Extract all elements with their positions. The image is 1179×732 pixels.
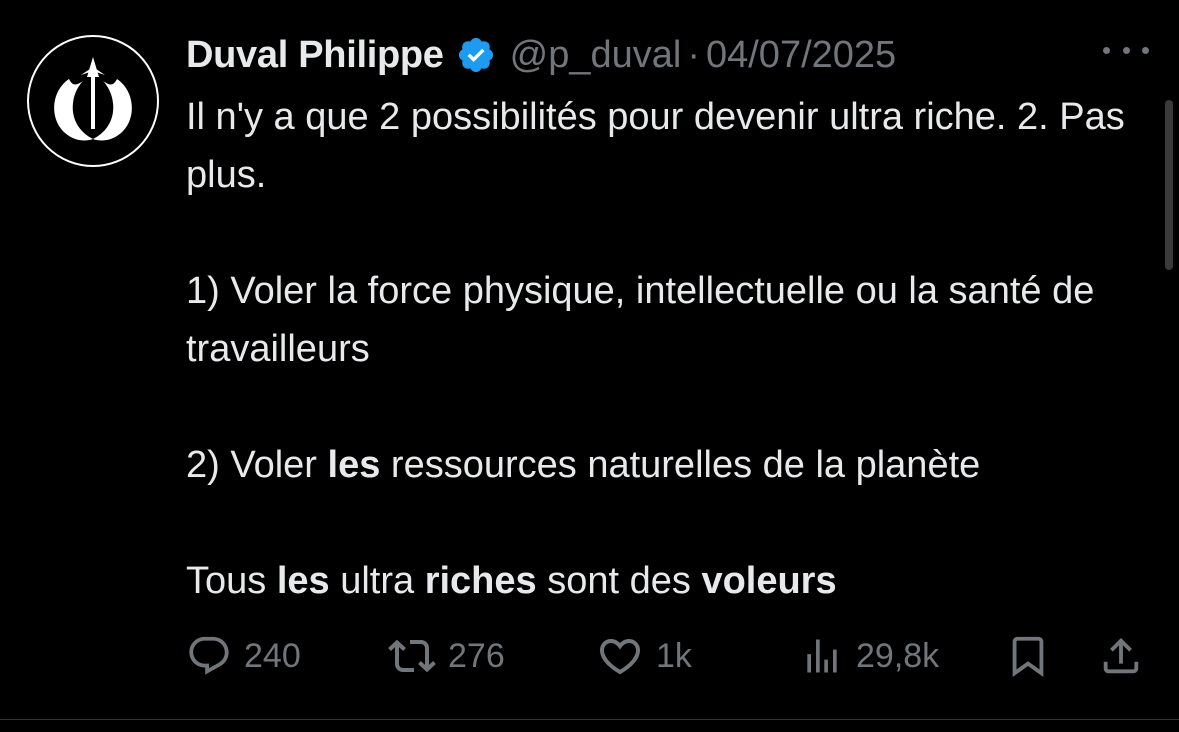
tweet-text: Il n'y a que 2 possibilités pour devenir… bbox=[186, 88, 1136, 610]
reply-button[interactable]: 240 bbox=[186, 630, 301, 682]
retweet-icon bbox=[388, 639, 436, 673]
views-icon bbox=[807, 639, 837, 673]
bookmark-icon bbox=[1012, 636, 1044, 677]
retweet-button[interactable]: 276 bbox=[388, 630, 505, 682]
retweet-count: 276 bbox=[448, 636, 505, 675]
views-count: 29,8k bbox=[856, 636, 940, 675]
tweet-actions: 240 276 1k 29,8k bbox=[0, 630, 1179, 682]
share-icon bbox=[1103, 637, 1139, 674]
tweet-line-conclusion: Tous les ultra riches sont des voleurs bbox=[186, 560, 837, 602]
like-count: 1k bbox=[656, 636, 692, 675]
user-handle[interactable]: @p_duval bbox=[510, 34, 682, 77]
bookmark-button[interactable] bbox=[1005, 630, 1051, 682]
scrollbar[interactable] bbox=[1165, 100, 1173, 270]
reply-icon bbox=[189, 636, 229, 675]
separator-dot: · bbox=[687, 33, 700, 76]
display-name[interactable]: Duval Philippe bbox=[186, 34, 444, 77]
verified-badge-icon bbox=[456, 35, 496, 75]
tweet-date[interactable]: 04/07/2025 bbox=[706, 34, 896, 77]
tweet-header: Duval Philippe @p_duval · 04/07/2025 bbox=[186, 30, 896, 80]
tweet-line-intro: Il n'y a que 2 possibilités pour devenir… bbox=[186, 96, 1125, 196]
like-button[interactable]: 1k bbox=[596, 630, 692, 682]
avatar[interactable] bbox=[27, 35, 159, 167]
share-button[interactable] bbox=[1098, 630, 1144, 682]
more-options-icon[interactable] bbox=[1103, 38, 1149, 62]
tweet-line-point-2: 2) Voler les ressources naturelles de la… bbox=[186, 444, 981, 486]
tweet-line-point-1: 1) Voler la force physique, intellectuel… bbox=[186, 270, 1095, 370]
heart-icon bbox=[599, 639, 641, 675]
rebel-alliance-icon bbox=[54, 57, 132, 141]
divider bbox=[0, 719, 1179, 720]
tweet: Duval Philippe @p_duval · 04/07/2025 Il … bbox=[0, 0, 1179, 732]
reply-count: 240 bbox=[244, 636, 301, 675]
views-button[interactable]: 29,8k bbox=[800, 630, 939, 682]
